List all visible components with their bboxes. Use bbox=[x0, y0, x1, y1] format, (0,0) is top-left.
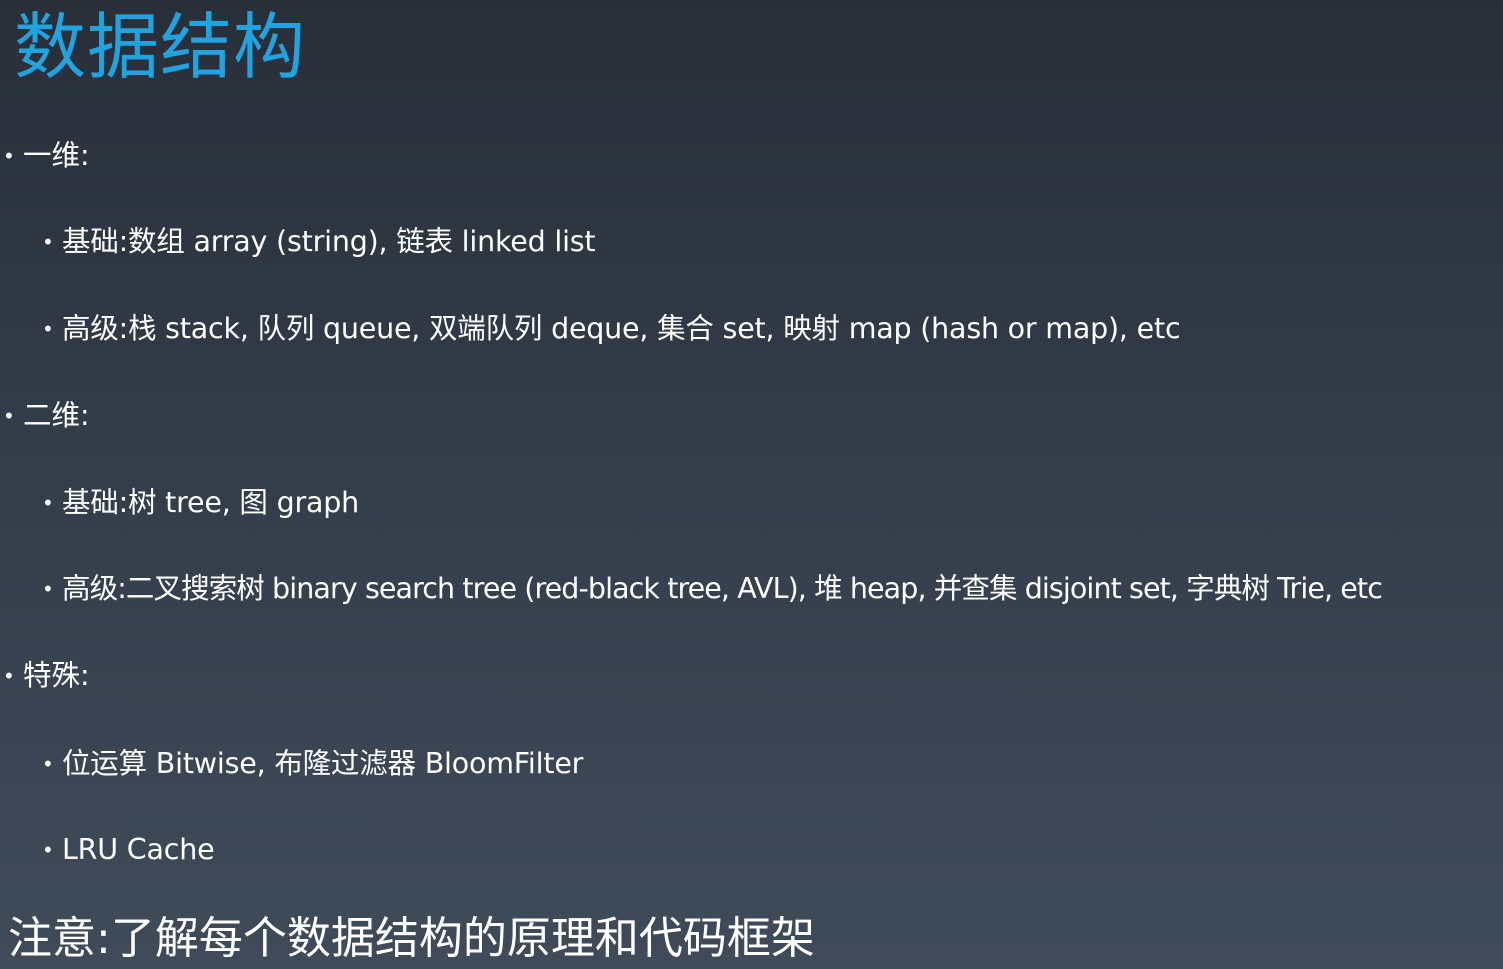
bullet-marker: • bbox=[42, 222, 62, 262]
bullet-marker: • bbox=[42, 744, 62, 784]
list-item-1d-advanced: • 高级:栈 stack, 队列 queue, 双端队列 deque, 集合 s… bbox=[42, 309, 1180, 349]
list-item-text: 基础:数组 array (string), 链表 linked list bbox=[62, 222, 595, 262]
footer-note: 注意:了解每个数据结构的原理和代码框架 bbox=[8, 912, 815, 966]
bullet-marker: • bbox=[3, 656, 23, 696]
list-item-text: LRU Cache bbox=[62, 830, 214, 870]
section-label: 一维: bbox=[23, 136, 90, 176]
section-heading-special: • 特殊: bbox=[3, 656, 90, 696]
list-item-text: 高级:栈 stack, 队列 queue, 双端队列 deque, 集合 set… bbox=[62, 309, 1180, 349]
list-item-text: 高级:二叉搜索树 binary search tree (red-black t… bbox=[62, 569, 1382, 609]
list-item-text: 基础:树 tree, 图 graph bbox=[62, 483, 359, 523]
bullet-marker: • bbox=[3, 396, 23, 436]
bullet-marker: • bbox=[3, 136, 23, 176]
bullet-marker: • bbox=[42, 569, 62, 609]
section-heading-2d: • 二维: bbox=[3, 396, 90, 436]
bullet-marker: • bbox=[42, 830, 62, 870]
bullet-marker: • bbox=[42, 309, 62, 349]
bullet-marker: • bbox=[42, 483, 62, 523]
section-heading-1d: • 一维: bbox=[3, 136, 90, 176]
list-item-2d-basic: • 基础:树 tree, 图 graph bbox=[42, 483, 359, 523]
list-item-2d-advanced: • 高级:二叉搜索树 binary search tree (red-black… bbox=[42, 569, 1382, 609]
list-item-special-bitwise: • 位运算 Bitwise, 布隆过滤器 BloomFilter bbox=[42, 744, 583, 784]
list-item-text: 位运算 Bitwise, 布隆过滤器 BloomFilter bbox=[62, 744, 583, 784]
slide-title: 数据结构 bbox=[14, 2, 306, 92]
list-item-special-lru: • LRU Cache bbox=[42, 830, 214, 870]
section-label: 特殊: bbox=[23, 656, 90, 696]
section-label: 二维: bbox=[23, 396, 90, 436]
list-item-1d-basic: • 基础:数组 array (string), 链表 linked list bbox=[42, 222, 595, 262]
